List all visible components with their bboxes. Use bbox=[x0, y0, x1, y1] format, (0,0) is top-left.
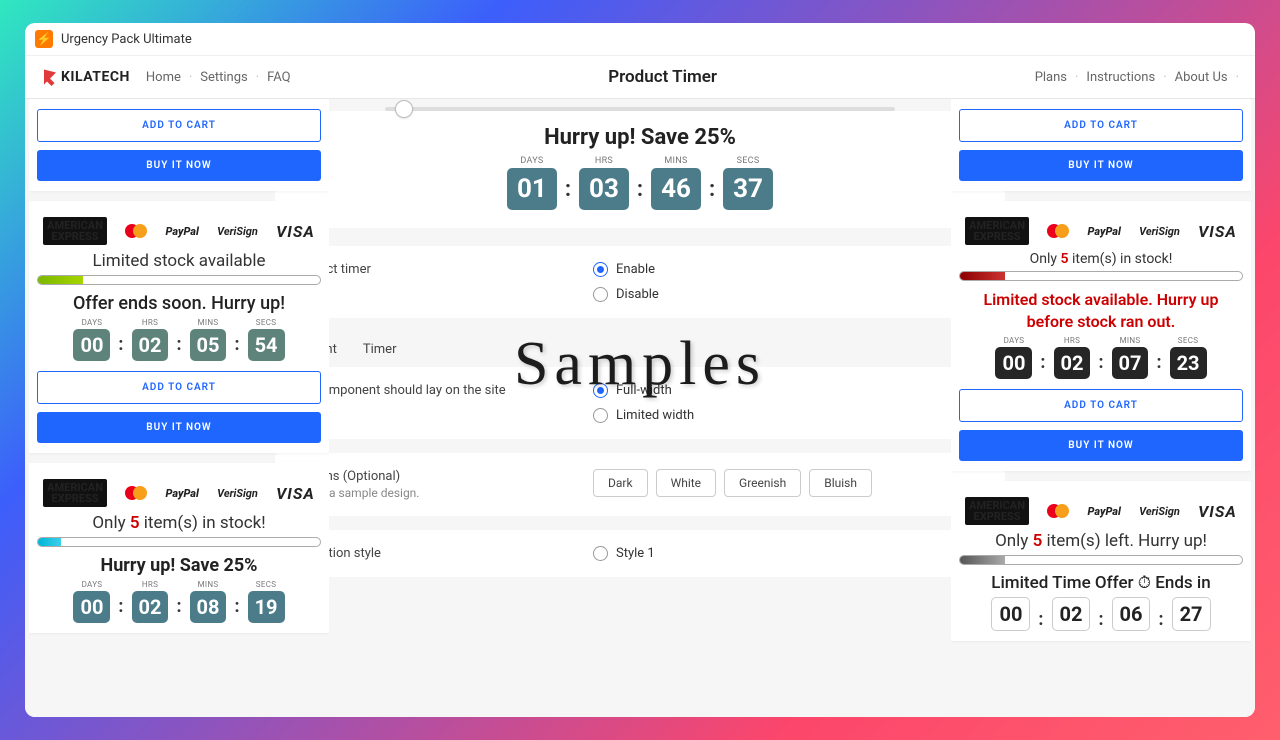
stock-message: Only 5 item(s) in stock! bbox=[37, 513, 321, 533]
add-to-cart-button[interactable]: ADD TO CART bbox=[959, 389, 1243, 422]
nav-instructions[interactable]: Instructions bbox=[1086, 70, 1155, 85]
timer-secs: 37 bbox=[723, 168, 773, 210]
chip-white[interactable]: White bbox=[656, 469, 716, 497]
app-name: Urgency Pack Ultimate bbox=[61, 32, 192, 47]
clock-icon: ⏱ bbox=[1138, 573, 1151, 593]
nav-home[interactable]: Home bbox=[146, 70, 181, 85]
offer-title: Limited Time Offer ⏱ Ends in bbox=[959, 573, 1243, 593]
samples-watermark: Samples bbox=[514, 329, 766, 400]
mastercard-icon bbox=[125, 224, 147, 238]
mastercard-icon bbox=[1047, 504, 1069, 518]
nav-plans[interactable]: Plans bbox=[1035, 70, 1067, 85]
add-to-cart-button[interactable]: ADD TO CART bbox=[37, 109, 321, 142]
designs-section: Designs (Optional) Select a sample desig… bbox=[275, 453, 1005, 516]
paypal-icon: PayPal bbox=[1088, 225, 1121, 238]
radio-enable[interactable]: Enable bbox=[593, 262, 659, 277]
timer-days: 01 bbox=[507, 168, 557, 210]
radio-style1[interactable]: Style 1 bbox=[593, 546, 655, 561]
amex-icon: AMERICANEXPRESS bbox=[965, 497, 1029, 525]
nav-settings[interactable]: Settings bbox=[200, 70, 247, 85]
stock-message: Limited stock available bbox=[37, 251, 321, 271]
sample-timer: DAYS00: HRS02: MINS08: SECS19 bbox=[37, 580, 321, 623]
sample-card: AMERICANEXPRESS PayPal VeriSign VISA Onl… bbox=[951, 201, 1251, 471]
titlebar: ⚡ Urgency Pack Ultimate bbox=[25, 23, 1255, 55]
buy-now-button[interactable]: BUY IT NOW bbox=[37, 150, 321, 181]
nav-faq[interactable]: FAQ bbox=[267, 70, 290, 85]
sample-card: AMERICANEXPRESS PayPal VeriSign VISA Lim… bbox=[29, 201, 329, 453]
verisign-icon: VeriSign bbox=[1139, 505, 1180, 518]
timer-preview: Hurry up! Save 25% DAYS01 : HRS03 : MINS… bbox=[275, 111, 1005, 228]
verisign-icon: VeriSign bbox=[217, 487, 258, 500]
stock-bar bbox=[959, 555, 1243, 565]
payment-icons: AMERICANEXPRESS PayPal VeriSign VISA bbox=[959, 497, 1243, 525]
mastercard-icon bbox=[125, 486, 147, 500]
buy-now-button[interactable]: BUY IT NOW bbox=[37, 412, 321, 443]
visa-icon: VISA bbox=[1198, 502, 1237, 521]
paypal-icon: PayPal bbox=[166, 487, 199, 500]
body: Samples Hurry up! Save 25% DAYS01 : HRS0… bbox=[25, 99, 1255, 717]
buy-now-button[interactable]: BUY IT NOW bbox=[959, 150, 1243, 181]
chip-greenish[interactable]: Greenish bbox=[724, 469, 801, 497]
amex-icon: AMERICANEXPRESS bbox=[965, 217, 1029, 245]
nav-about[interactable]: About Us bbox=[1175, 70, 1228, 85]
stock-bar bbox=[37, 275, 321, 285]
radio-disable[interactable]: Disable bbox=[593, 287, 659, 302]
sample-timer: DAYS00: HRS02: MINS07: SECS23 bbox=[959, 336, 1243, 379]
offer-title: Limited stock available. Hurry up before… bbox=[959, 289, 1243, 332]
samples-left: ADD TO CART BUY IT NOW AMERICANEXPRESS P… bbox=[29, 99, 329, 717]
buy-now-button[interactable]: BUY IT NOW bbox=[959, 430, 1243, 461]
app-window: ⚡ Urgency Pack Ultimate KILATECH Home· S… bbox=[25, 23, 1255, 717]
chip-bluish[interactable]: Bluish bbox=[809, 469, 872, 497]
status-section: product timer Enable Disable bbox=[275, 246, 1005, 318]
header: KILATECH Home· Settings· FAQ Product Tim… bbox=[25, 55, 1255, 99]
timer-mins: 46 bbox=[651, 168, 701, 210]
samples-right: ADD TO CART BUY IT NOW AMERICANEXPRESS P… bbox=[951, 99, 1251, 717]
radio-limitedwidth[interactable]: Limited width bbox=[593, 408, 694, 423]
payment-icons: AMERICANEXPRESS PayPal VeriSign VISA bbox=[959, 217, 1243, 245]
nav-right: Plans· Instructions· About Us· bbox=[1035, 70, 1239, 85]
stock-message: Only 5 item(s) in stock! bbox=[959, 251, 1243, 267]
chip-dark[interactable]: Dark bbox=[593, 469, 648, 497]
timer-hrs: 03 bbox=[579, 168, 629, 210]
stock-message: Only 5 item(s) left. Hurry up! bbox=[959, 531, 1243, 551]
visa-icon: VISA bbox=[276, 222, 315, 241]
sample-card: AMERICANEXPRESS PayPal VeriSign VISA Onl… bbox=[29, 463, 329, 633]
stock-bar bbox=[959, 271, 1243, 281]
paypal-icon: PayPal bbox=[1088, 505, 1121, 518]
visa-icon: VISA bbox=[276, 484, 315, 503]
paypal-icon: PayPal bbox=[166, 225, 199, 238]
offer-title: Hurry up! Save 25% bbox=[37, 555, 321, 576]
amex-icon: AMERICANEXPRESS bbox=[43, 217, 107, 245]
sample-timer: 00: 02: 06: 27 bbox=[959, 597, 1243, 631]
stock-bar bbox=[37, 537, 321, 547]
add-to-cart-button[interactable]: ADD TO CART bbox=[959, 109, 1243, 142]
add-to-cart-button[interactable]: ADD TO CART bbox=[37, 371, 321, 404]
sample-card: AMERICANEXPRESS PayPal VeriSign VISA Onl… bbox=[951, 481, 1251, 641]
page-title: Product Timer bbox=[307, 67, 1019, 87]
tab-timer[interactable]: Timer bbox=[363, 342, 397, 357]
verisign-icon: VeriSign bbox=[217, 225, 258, 238]
amex-icon: AMERICANEXPRESS bbox=[43, 479, 107, 507]
transition-section: Transition style Style 1 bbox=[275, 530, 1005, 577]
slider-thumb[interactable] bbox=[395, 100, 413, 118]
payment-icons: AMERICANEXPRESS PayPal VeriSign VISA bbox=[37, 479, 321, 507]
visa-icon: VISA bbox=[1198, 222, 1237, 241]
preview-title: Hurry up! Save 25% bbox=[275, 125, 1005, 150]
slider-track[interactable] bbox=[385, 107, 895, 111]
bolt-icon: ⚡ bbox=[35, 30, 53, 48]
sample-timer: DAYS00: HRS02: MINS05: SECS54 bbox=[37, 318, 321, 361]
settings-column: Hurry up! Save 25% DAYS01 : HRS03 : MINS… bbox=[255, 99, 1025, 717]
sample-card: ADD TO CART BUY IT NOW bbox=[29, 99, 329, 191]
brand-logo[interactable]: KILATECH bbox=[41, 68, 130, 86]
nav-left: Home· Settings· FAQ bbox=[146, 70, 291, 85]
verisign-icon: VeriSign bbox=[1139, 225, 1180, 238]
offer-title: Offer ends soon. Hurry up! bbox=[37, 293, 321, 314]
preview-timer: DAYS01 : HRS03 : MINS46 : SECS37 bbox=[275, 156, 1005, 210]
mastercard-icon bbox=[1047, 224, 1069, 238]
sample-card: ADD TO CART BUY IT NOW bbox=[951, 99, 1251, 191]
payment-icons: AMERICANEXPRESS PayPal VeriSign VISA bbox=[37, 217, 321, 245]
